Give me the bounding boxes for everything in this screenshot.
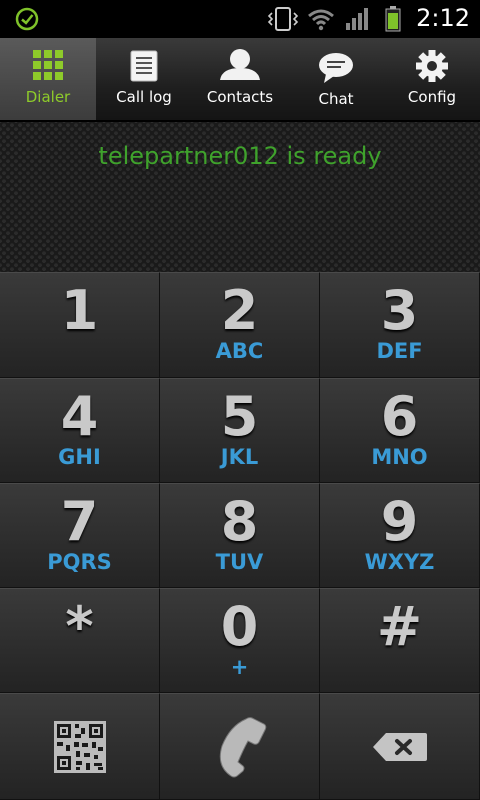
tab-contacts[interactable]: Contacts: [192, 38, 288, 120]
key-digit: 0: [220, 595, 259, 658]
chat-bubble-icon: [319, 53, 353, 83]
key-digit: 9: [380, 490, 419, 553]
key-digit: 4: [60, 385, 99, 448]
tab-label: Config: [407, 88, 457, 106]
key-digit: *: [65, 595, 94, 658]
key-digit: 3: [380, 279, 419, 342]
tab-config[interactable]: Config: [384, 38, 480, 120]
call-log-icon: [130, 50, 158, 82]
status-bar: 2:12: [0, 0, 480, 38]
phone-call-icon: [219, 716, 266, 777]
key-digit: 2: [220, 279, 259, 342]
backspace-button[interactable]: [320, 693, 480, 800]
call-button[interactable]: [160, 693, 320, 800]
dialpad: 1 2 ABC 3 DEF 4 GHI 5 JKL 6 MNO 7 PQRS 8…: [0, 272, 480, 800]
key-digit: 1: [60, 279, 99, 342]
key-star[interactable]: *: [0, 588, 160, 693]
key-letters: WXYZ: [364, 550, 435, 574]
tab-dialer[interactable]: Dialer: [0, 38, 96, 120]
key-4[interactable]: 4 GHI: [0, 378, 160, 483]
qr-scan-button[interactable]: [0, 693, 160, 800]
contacts-icon: [220, 49, 260, 80]
tab-label: Dialer: [25, 88, 71, 106]
tab-label: Contacts: [206, 88, 274, 106]
qr-code-icon: [53, 720, 106, 773]
key-digit: 5: [220, 385, 259, 448]
tab-call-log[interactable]: Call log: [96, 38, 192, 120]
key-0[interactable]: 0 +: [160, 588, 320, 693]
check-circle-icon: [15, 7, 39, 31]
registration-status-panel: telepartner012 is ready: [0, 122, 480, 272]
key-9[interactable]: 9 WXYZ: [320, 483, 480, 588]
key-letters: TUV: [215, 550, 264, 574]
key-digit: 8: [220, 490, 259, 553]
clock: 2:12: [416, 4, 470, 32]
tab-label: Call log: [116, 88, 172, 106]
key-digit: #: [376, 595, 423, 658]
tab-chat[interactable]: Chat: [288, 38, 384, 120]
key-1[interactable]: 1: [0, 272, 160, 378]
tab-bar: Dialer Call log Contacts Chat Config: [0, 38, 480, 122]
key-digit: 7: [60, 490, 99, 553]
key-6[interactable]: 6 MNO: [320, 378, 480, 483]
grid-icon: [33, 50, 63, 80]
key-letters: ABC: [215, 339, 264, 363]
tab-label: Chat: [318, 90, 354, 108]
key-7[interactable]: 7 PQRS: [0, 483, 160, 588]
gear-icon: [416, 50, 448, 82]
key-letters: +: [230, 655, 249, 679]
key-2[interactable]: 2 ABC: [160, 272, 320, 378]
vibrate-icon: [267, 7, 299, 31]
key-letters: GHI: [58, 445, 101, 469]
signal-icon: [346, 8, 368, 30]
registration-status-text: telepartner012 is ready: [98, 142, 382, 170]
key-letters: MNO: [371, 445, 428, 469]
key-hash[interactable]: #: [320, 588, 480, 693]
key-8[interactable]: 8 TUV: [160, 483, 320, 588]
wifi-icon: [308, 9, 334, 31]
key-letters: DEF: [376, 339, 423, 363]
key-letters: JKL: [220, 445, 259, 469]
battery-icon: [385, 6, 401, 32]
key-3[interactable]: 3 DEF: [320, 272, 480, 378]
key-letters: PQRS: [47, 550, 112, 574]
backspace-icon: [372, 732, 427, 761]
key-5[interactable]: 5 JKL: [160, 378, 320, 483]
key-digit: 6: [380, 385, 419, 448]
